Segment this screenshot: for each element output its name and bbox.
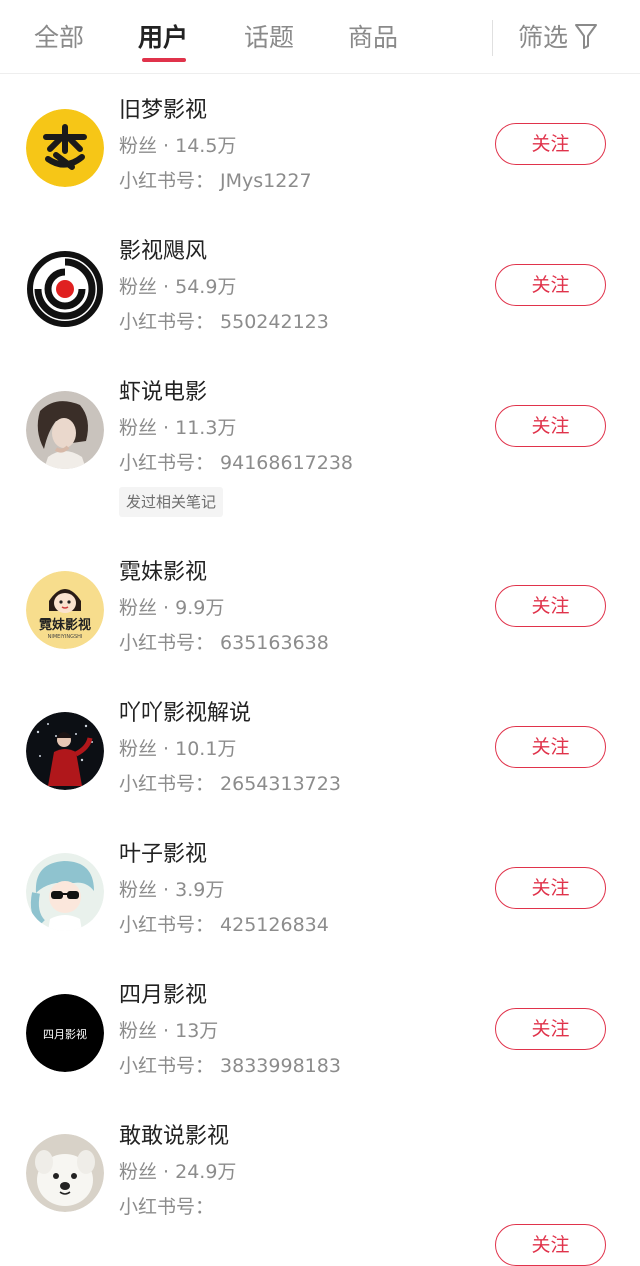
user-name[interactable]: 旧梦影视 xyxy=(119,96,207,126)
user-name[interactable]: 敢敢说影视 xyxy=(119,1122,229,1152)
cartoon-sunglasses-avatar[interactable] xyxy=(26,853,104,931)
avatar-brand-subtext: NIMEIYINGSHI xyxy=(48,634,83,640)
spiral-red-dot-logo-avatar[interactable] xyxy=(26,250,104,328)
avatar-brand-text: 霓妹影视 xyxy=(39,617,91,633)
tab-all[interactable]: 全部 xyxy=(34,20,84,56)
follow-button[interactable]: 关注 xyxy=(495,585,606,627)
tab-topics[interactable]: 话题 xyxy=(244,20,294,56)
woman-portrait-avatar[interactable] xyxy=(26,391,104,469)
black-text-logo-avatar[interactable]: 四月影视 xyxy=(26,994,104,1072)
red-id: 小红书号： 425126834 xyxy=(119,914,329,936)
red-id: 小红书号： 635163638 xyxy=(119,632,329,654)
fans-count: 粉丝 · 10.1万 xyxy=(119,738,237,760)
follow-button[interactable]: 关注 xyxy=(495,264,606,306)
filter-label: 筛选 xyxy=(518,23,569,52)
tab-users[interactable]: 用户 xyxy=(138,20,188,56)
red-id: 小红书号： xyxy=(119,1196,215,1218)
cartoon-girl-logo-avatar[interactable]: 霓妹影视 NIMEIYINGSHI xyxy=(26,571,104,649)
follow-button[interactable]: 关注 xyxy=(495,867,606,909)
fans-count: 粉丝 · 24.9万 xyxy=(119,1161,237,1183)
user-name[interactable]: 叶子影视 xyxy=(119,840,207,870)
fans-count: 粉丝 · 3.9万 xyxy=(119,879,225,901)
follow-button[interactable]: 关注 xyxy=(495,1008,606,1050)
red-id: 小红书号： 550242123 xyxy=(119,311,329,333)
user-name[interactable]: 吖吖影视解说 xyxy=(119,699,251,729)
search-tab-bar: 全部 用户 话题 商品 筛选 xyxy=(0,0,640,74)
tab-divider xyxy=(492,20,493,56)
related-notes-badge: 发过相关笔记 xyxy=(119,487,224,517)
fans-count: 粉丝 · 54.9万 xyxy=(119,276,237,298)
yellow-dream-logo-avatar[interactable] xyxy=(26,109,104,187)
user-name[interactable]: 霓妹影视 xyxy=(119,558,207,588)
follow-button[interactable]: 关注 xyxy=(495,1224,606,1266)
follow-button[interactable]: 关注 xyxy=(495,405,606,447)
filter-funnel-icon xyxy=(574,22,598,54)
follow-button[interactable]: 关注 xyxy=(495,123,606,165)
active-tab-indicator xyxy=(142,58,186,62)
user-name[interactable]: 虾说电影 xyxy=(119,378,207,408)
follow-button[interactable]: 关注 xyxy=(495,726,606,768)
user-name[interactable]: 四月影视 xyxy=(119,981,207,1011)
white-dog-avatar[interactable] xyxy=(26,1134,104,1212)
fans-count: 粉丝 · 9.9万 xyxy=(119,597,225,619)
user-name[interactable]: 影视飓风 xyxy=(119,237,207,267)
red-dress-figure-avatar[interactable] xyxy=(26,712,104,790)
fans-count: 粉丝 · 11.3万 xyxy=(119,417,237,439)
fans-count: 粉丝 · 13万 xyxy=(119,1020,219,1042)
red-id: 小红书号： JMys1227 xyxy=(119,170,312,192)
red-id: 小红书号： 2654313723 xyxy=(119,773,341,795)
filter-button[interactable]: 筛选 xyxy=(518,20,598,56)
tab-products[interactable]: 商品 xyxy=(348,20,398,56)
red-id: 小红书号： 3833998183 xyxy=(119,1055,341,1077)
red-id: 小红书号： 94168617238 xyxy=(119,452,354,474)
avatar-brand-text: 四月影视 xyxy=(43,1027,87,1041)
fans-count: 粉丝 · 14.5万 xyxy=(119,135,237,157)
